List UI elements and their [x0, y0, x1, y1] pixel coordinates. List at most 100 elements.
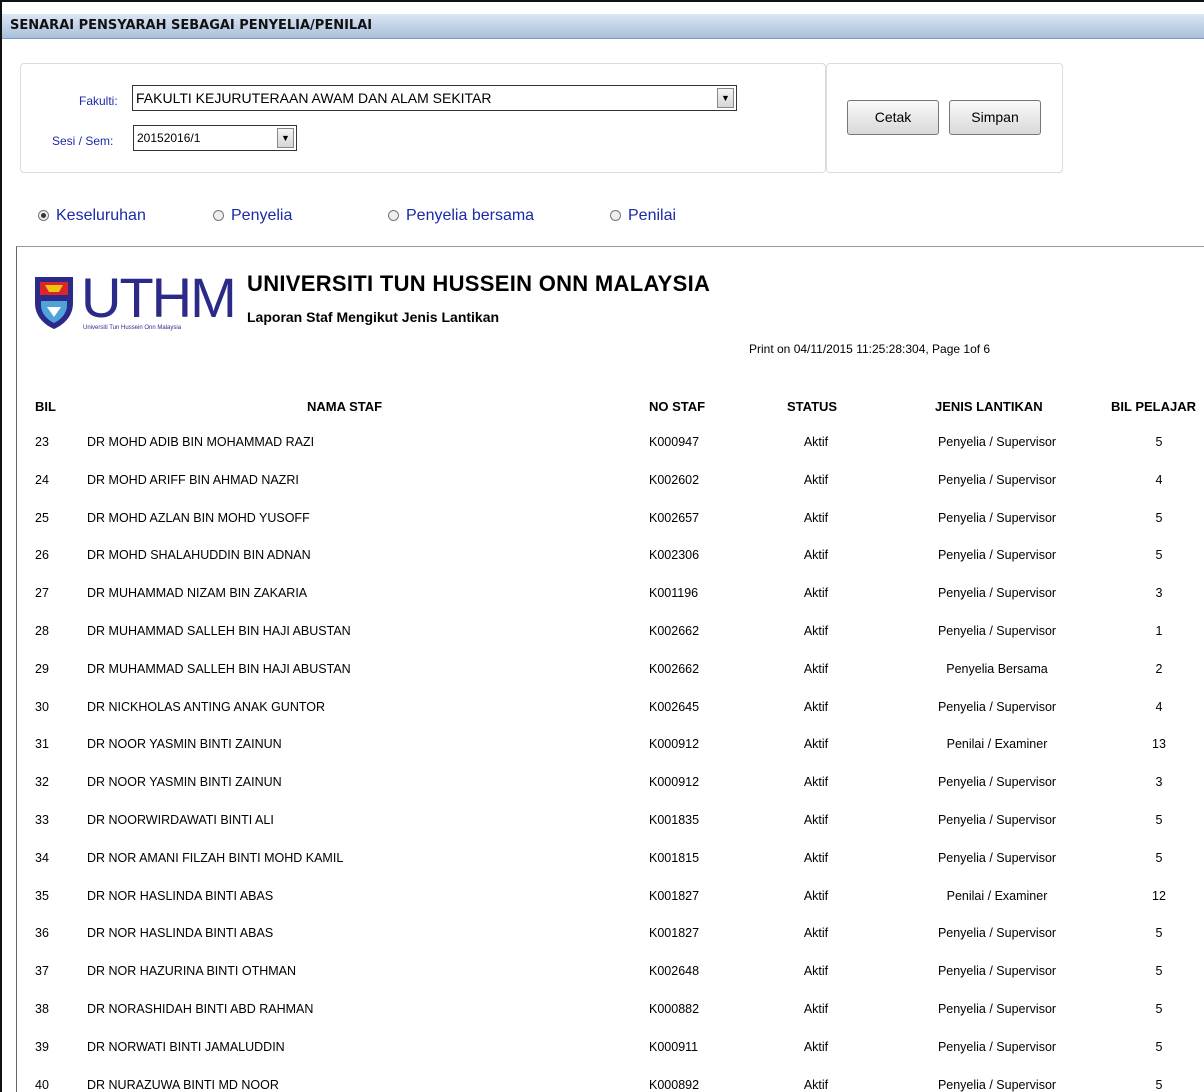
sesi-label: Sesi / Sem: — [52, 134, 114, 148]
sesi-select[interactable]: 20152016/1 ▼ — [133, 125, 297, 151]
table-row: 25 DR MOHD AZLAN BIN MOHD YUSOFF K002657 Ak… — [17, 511, 1204, 549]
cell-nama-staf: DR NORASHIDAH BINTI ABD RAHMAN — [87, 1002, 314, 1016]
cell-jenis-lantikan: Penyelia / Supervisor — [937, 775, 1057, 790]
cell-bil-pelajar: 12 — [1152, 888, 1166, 903]
table-row: 32 DR NOOR YASMIN BINTI ZAINUN K000912 Akti… — [17, 775, 1204, 813]
cell-bil: 30 — [35, 699, 49, 714]
cell-status: Aktif — [803, 435, 829, 449]
cell-no-staf: K001815 — [649, 850, 700, 865]
radio-label: Penyelia — [231, 207, 293, 224]
table-row: 36 DR NOR HASLINDA BINTI ABAS K001827 Aktif… — [17, 926, 1204, 964]
cell-bil: 39 — [35, 1039, 49, 1054]
chevron-down-icon[interactable]: ▼ — [717, 88, 734, 108]
shield-icon — [35, 277, 73, 329]
cell-jenis-lantikan: Penilai / Examiner — [946, 888, 1048, 903]
table-row: 28 DR MUHAMMAD SALLEH BIN HAJI ABUSTAN K00… — [17, 624, 1204, 662]
cell-nama-staf: DR NOR HASLINDA BINTI ABAS — [87, 888, 274, 903]
cell-bil: 36 — [35, 926, 49, 941]
radio-label: Penilai — [628, 207, 677, 224]
cell-status: Aktif — [803, 699, 829, 714]
cell-jenis-lantikan: Penyelia / Supervisor — [937, 1077, 1057, 1092]
cell-bil: 28 — [35, 624, 49, 638]
column-header-no-staf: NO STAF — [649, 399, 706, 414]
cell-bil-pelajar: 5 — [1155, 548, 1163, 563]
table-row: 39 DR NORWATI BINTI JAMALUDDIN K000911 Akti… — [17, 1040, 1204, 1078]
table-row: 40 DR NURAZUWA BINTI MD NOOR K000892 Aktif P… — [17, 1078, 1204, 1092]
cell-no-staf: K002662 — [649, 661, 700, 676]
table-row: 23 DR MOHD ADIB BIN MOHAMMAD RAZI K000947 A… — [17, 435, 1204, 473]
cell-nama-staf: DR NOR AMANI FILZAH BINTI MOHD KAMIL — [87, 850, 344, 865]
cell-status: Aktif — [803, 1077, 829, 1092]
logo-subtext: Universiti Tun Hussein Onn Malaysia — [83, 325, 182, 331]
cell-bil: 38 — [35, 1002, 49, 1016]
cell-no-staf: K000912 — [649, 775, 700, 790]
cell-bil-pelajar: 2 — [1155, 661, 1163, 676]
cell-bil-pelajar: 5 — [1155, 435, 1163, 449]
print-info: Print on 04/11/2015 11:25:28:304, Page 1… — [749, 342, 991, 356]
cell-no-staf: K000912 — [649, 737, 700, 752]
cell-jenis-lantikan: Penyelia / Supervisor — [937, 510, 1057, 525]
radio-icon — [610, 210, 621, 221]
cell-nama-staf: DR NOR HASLINDA BINTI ABAS — [87, 926, 274, 941]
cell-bil: 26 — [35, 548, 49, 563]
cell-bil: 33 — [35, 813, 49, 827]
cell-jenis-lantikan: Penilai / Examiner — [946, 737, 1048, 752]
report-viewer: UTHM Universiti Tun Hussein Onn Malaysia… — [16, 246, 1204, 1092]
simpan-button[interactable]: Simpan — [949, 100, 1041, 135]
table-row: 26 DR MOHD SHALAHUDDIN BIN ADNAN K002306 Ak… — [17, 548, 1204, 586]
radio-penyelia-bersama[interactable]: Penyelia bersama — [388, 207, 534, 225]
cell-bil: 40 — [35, 1077, 49, 1092]
cell-no-staf: K002645 — [649, 699, 700, 714]
fakulti-value: FAKULTI KEJURUTERAAN AWAM DAN ALAM SEKIT… — [136, 90, 492, 106]
cell-nama-staf: DR NICKHOLAS ANTING ANAK GUNTOR — [87, 699, 326, 714]
cell-no-staf: K002306 — [649, 548, 700, 563]
cell-status: Aktif — [803, 926, 829, 941]
filter-panel: Fakulti: FAKULTI KEJURUTERAAN AWAM DAN A… — [20, 63, 826, 173]
cell-bil: 34 — [35, 850, 49, 865]
radio-penilai[interactable]: Penilai — [610, 207, 676, 225]
cell-no-staf: K000892 — [649, 1077, 700, 1092]
table-row: 29 DR MUHAMMAD SALLEH BIN HAJI ABUSTAN K00… — [17, 662, 1204, 700]
radio-label: Keseluruhan — [56, 207, 146, 224]
report-title: Laporan Staf Mengikut Jenis Lantikan — [247, 309, 500, 325]
cetak-button[interactable]: Cetak — [847, 100, 939, 135]
radio-penyelia[interactable]: Penyelia — [213, 207, 292, 225]
cell-status: Aktif — [803, 1002, 829, 1016]
cell-jenis-lantikan: Penyelia / Supervisor — [937, 926, 1057, 941]
cell-jenis-lantikan: Penyelia / Supervisor — [937, 1039, 1057, 1054]
radio-keseluruhan[interactable]: Keseluruhan — [38, 207, 146, 225]
university-name: UNIVERSITI TUN HUSSEIN ONN MALAYSIA — [247, 271, 711, 296]
cell-nama-staf: DR NOOR YASMIN BINTI ZAINUN — [87, 775, 282, 790]
cell-bil: 25 — [35, 510, 49, 525]
radio-icon — [213, 210, 224, 221]
cell-nama-staf: DR MOHD ADIB BIN MOHAMMAD RAZI — [87, 435, 315, 449]
table-row: 31 DR NOOR YASMIN BINTI ZAINUN K000912 Akti… — [17, 737, 1204, 775]
cell-bil: 35 — [35, 888, 49, 903]
cell-bil: 32 — [35, 775, 49, 790]
cell-status: Aktif — [803, 548, 829, 563]
cell-status: Aktif — [803, 661, 829, 676]
fakulti-select[interactable]: FAKULTI KEJURUTERAAN AWAM DAN ALAM SEKIT… — [132, 85, 737, 111]
cell-no-staf: K001827 — [649, 888, 700, 903]
cell-no-staf: K000947 — [649, 435, 700, 449]
cell-no-staf: K002657 — [649, 510, 700, 525]
cell-bil-pelajar: 5 — [1155, 1039, 1163, 1054]
cell-status: Aktif — [803, 737, 829, 752]
column-header-status: STATUS — [787, 399, 838, 414]
cell-no-staf: K000911 — [649, 1039, 699, 1054]
table-row: 34 DR NOR AMANI FILZAH BINTI MOHD KAMIL K0… — [17, 851, 1204, 889]
cell-bil: 23 — [35, 435, 49, 449]
cell-jenis-lantikan: Penyelia / Supervisor — [937, 624, 1057, 638]
cell-jenis-lantikan: Penyelia Bersama — [946, 661, 1048, 676]
cell-no-staf: K001827 — [649, 926, 700, 941]
fakulti-label: Fakulti: — [79, 94, 118, 108]
table-row: 30 DR NICKHOLAS ANTING ANAK GUNTOR K002645… — [17, 700, 1204, 738]
chevron-down-icon[interactable]: ▼ — [277, 128, 294, 148]
cell-no-staf: K002602 — [649, 472, 700, 487]
cell-nama-staf: DR MUHAMMAD SALLEH BIN HAJI ABUSTAN — [87, 661, 351, 676]
cell-jenis-lantikan: Penyelia / Supervisor — [937, 1002, 1057, 1016]
cell-nama-staf: DR NORWATI BINTI JAMALUDDIN — [87, 1039, 285, 1054]
cell-status: Aktif — [803, 964, 829, 979]
column-header-bil-pelajar: BIL PELAJAR — [1111, 399, 1196, 414]
cell-bil-pelajar: 5 — [1155, 850, 1163, 865]
